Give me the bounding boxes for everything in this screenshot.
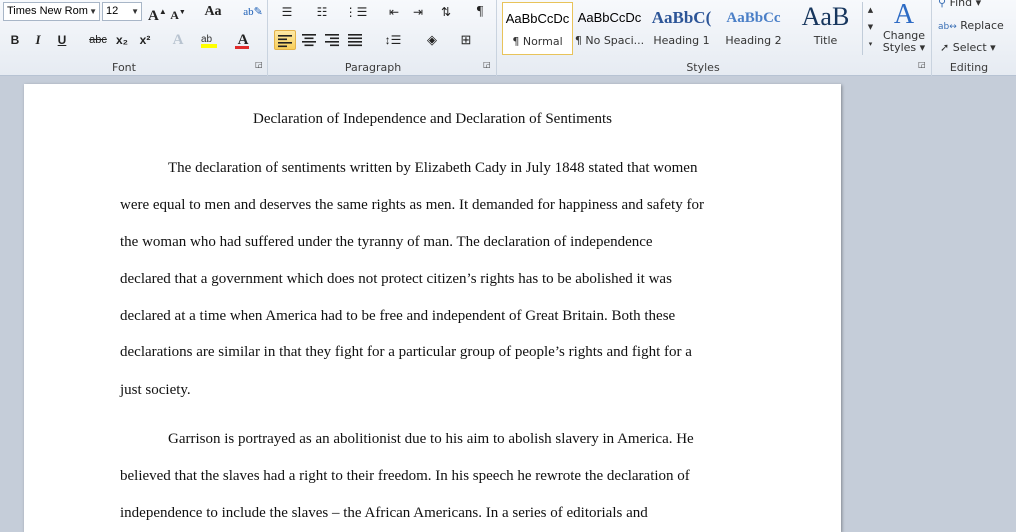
style-normal[interactable]: AaBbCcDc ¶ Normal (502, 2, 573, 55)
align-right-button[interactable] (321, 30, 343, 50)
replace-button[interactable]: ab↔ Replace (938, 19, 1004, 33)
style-preview: AaB (801, 2, 850, 31)
dialog-launcher-icon[interactable]: ◲ (918, 60, 926, 69)
text-line: just society. (120, 382, 191, 398)
change-styles-label: Styles ▾ (882, 41, 926, 54)
line-spacing-icon[interactable]: ↕☰ (380, 30, 406, 50)
dialog-launcher-icon[interactable]: ◲ (483, 60, 491, 69)
dialog-launcher-icon[interactable]: ◲ (255, 60, 263, 69)
replace-icon: ab↔ (938, 22, 957, 32)
ribbon: Times New Rom ▼ 12 ▼ A▲ A▼ Aa ab✎ B I U ab… (0, 0, 1016, 76)
binoculars-icon: ⚲ (938, 0, 947, 9)
styles-gallery-scroll[interactable]: ▲ ▼ ▾ (862, 2, 878, 55)
style-preview: AaBbC( (651, 8, 712, 27)
font-size-value: 12 (106, 5, 119, 17)
change-styles-icon: A (893, 0, 915, 30)
chevron-down-icon: ▼ (89, 7, 97, 16)
change-styles-button[interactable]: A Change Styles ▾ (880, 0, 928, 58)
multilevel-list-icon[interactable]: ⋮☰ (344, 2, 368, 22)
font-color-button[interactable]: A (232, 30, 254, 50)
highlight-icon[interactable]: ab (198, 30, 220, 50)
font-size-box[interactable]: 12 ▼ (102, 2, 142, 21)
find-label: Find ▾ (949, 0, 982, 9)
document-title: Declaration of Independence and Declarat… (252, 111, 613, 127)
style-preview: AaBbCcDc (577, 10, 642, 25)
borders-icon[interactable]: ⊞ (454, 30, 478, 50)
select-button[interactable]: ➚ Select ▾ (940, 41, 996, 55)
styles-gallery: AaBbCcDc ¶ Normal AaBbCcDc ¶ No Spaci...… (502, 2, 862, 55)
decrease-indent-icon[interactable]: ⇤ (384, 2, 404, 22)
bullets-icon[interactable]: ☰ (276, 2, 298, 22)
document-page[interactable]: Declaration of Independence and Declarat… (24, 84, 841, 532)
vertical-scrollbar[interactable] (1000, 84, 1016, 532)
editing-group-label: Editing (949, 61, 989, 74)
sort-icon[interactable]: ⇅ (436, 2, 456, 22)
svg-text:ab: ab (201, 34, 213, 45)
superscript-button[interactable]: x² (136, 30, 154, 50)
clear-formatting-icon[interactable]: ab✎ (242, 2, 264, 22)
text-line: The declaration of sentiments written by… (168, 160, 698, 176)
text-line: declared that a government which does no… (120, 271, 672, 287)
more-icon[interactable]: ▾ (863, 36, 878, 53)
font-group-label: Font (112, 61, 136, 74)
strikethrough-button[interactable]: abc (87, 30, 109, 50)
styles-group-label: Styles (686, 61, 720, 74)
chevron-down-icon[interactable]: ▼ (863, 19, 878, 36)
text-line: believed that the slaves had a right to … (120, 468, 690, 484)
cursor-icon: ➚ (940, 41, 950, 54)
align-center-button[interactable] (298, 30, 320, 50)
font-name-box[interactable]: Times New Rom ▼ (3, 2, 100, 21)
select-label: Select ▾ (952, 41, 996, 54)
text-line: the woman who had suffered under the tyr… (120, 234, 653, 250)
text-line: were equal to men and deserves the same … (120, 197, 704, 213)
text-line: independence to include the slaves – the… (120, 505, 648, 521)
chevron-up-icon[interactable]: ▲ (863, 2, 878, 19)
style-preview: AaBbCcDc (505, 11, 570, 26)
numbering-icon[interactable]: ☷ (311, 2, 333, 22)
increase-indent-icon[interactable]: ⇥ (408, 2, 428, 22)
style-name: Title (813, 34, 838, 47)
text-line: declarations are similar in that they fi… (120, 344, 692, 360)
grow-font-button[interactable]: A▲ (148, 2, 167, 24)
style-name: Heading 1 (653, 34, 710, 47)
font-name-value: Times New Rom (7, 5, 88, 17)
ribbon-group-labels: Font ◲ Paragraph ◲ Styles ◲ Editing (0, 60, 1016, 75)
change-case-button[interactable]: Aa (200, 2, 226, 22)
paragraph-group-label: Paragraph (344, 61, 402, 74)
style-name: ¶ No Spaci... (574, 34, 645, 47)
text-line: declared at a time when America had to b… (120, 308, 676, 324)
style-name: Heading 2 (725, 34, 782, 47)
style-title[interactable]: AaB Title (790, 2, 861, 55)
shrink-font-button[interactable]: A▼ (170, 2, 186, 22)
style-preview: AaBbCc (726, 10, 781, 26)
italic-button[interactable]: I (28, 30, 48, 50)
shading-icon[interactable]: ◈ (420, 30, 444, 50)
pilcrow-icon[interactable]: ¶ (470, 2, 490, 22)
justify-button[interactable] (344, 30, 366, 50)
text-line: Garrison is portrayed as an abolitionist… (168, 431, 694, 447)
text-effects-icon[interactable]: A (168, 30, 188, 50)
style-heading-2[interactable]: AaBbCc Heading 2 (718, 2, 789, 55)
underline-button[interactable]: U (52, 30, 72, 50)
style-name: ¶ Normal (512, 35, 563, 48)
align-left-button[interactable] (274, 30, 296, 50)
bold-button[interactable]: B (5, 30, 25, 50)
find-button[interactable]: ⚲ Find ▾ (938, 0, 981, 10)
style-heading-1[interactable]: AaBbC( Heading 1 (646, 2, 717, 55)
subscript-button[interactable]: x₂ (113, 30, 131, 50)
replace-label: Replace (960, 19, 1004, 32)
style-no-spacing[interactable]: AaBbCcDc ¶ No Spaci... (574, 2, 645, 55)
chevron-down-icon: ▼ (131, 7, 139, 16)
